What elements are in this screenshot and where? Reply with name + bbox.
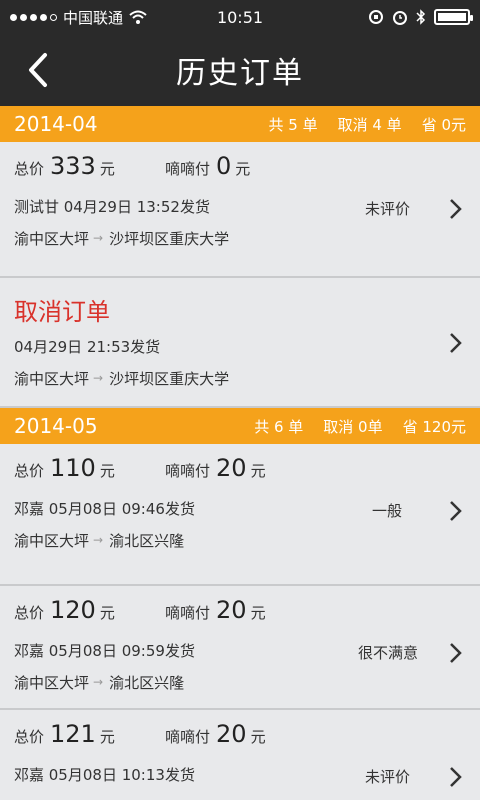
order-item[interactable]: 总价 121 元 嘀嘀付 20 元 邓嘉 05月08日 10:13发货 未评价 (0, 710, 480, 800)
order-route-row: 渝中区大坪 → 渝北区兴隆 (14, 524, 466, 556)
total-currency: 元 (99, 604, 115, 622)
paid-block: 嘀嘀付 0 元 (165, 152, 250, 180)
status-time: 10:51 (216, 7, 264, 27)
total-currency: 元 (99, 160, 115, 178)
order-item[interactable]: 总价 120 元 嘀嘀付 20 元 邓嘉 05月08日 09:59发货 渝中区大… (0, 586, 480, 710)
route-from: 渝中区大坪 (14, 673, 90, 692)
status-bar: 中国联通 10:51 (0, 0, 480, 34)
route-arrow-icon: → (93, 371, 104, 385)
paid-currency: 元 (250, 604, 266, 622)
order-rating: 未评价 (364, 200, 410, 218)
month-total-orders: 共 5 单 (268, 115, 318, 134)
route-arrow-icon: → (93, 533, 104, 547)
back-chevron-icon (29, 53, 47, 87)
order-sender: 邓嘉 05月08日 09:46发货 (14, 499, 195, 518)
route-from: 渝中区大坪 (14, 369, 90, 388)
total-label: 总价 (14, 160, 45, 178)
total-label: 总价 (14, 604, 45, 622)
order-price-row: 总价 333 元 嘀嘀付 0 元 (14, 152, 466, 190)
order-rating: 很不满意 (357, 644, 418, 662)
route-arrow-icon: → (93, 675, 104, 689)
order-sender: 测试甘 04月29日 13:52发货 (14, 197, 210, 216)
month-saved: 省 0元 (421, 115, 466, 134)
paid-label: 嘀嘀付 (165, 728, 211, 746)
route-to: 渝北区兴隆 (109, 673, 185, 692)
month-stats: 共 5 单 取消 4 单 省 0元 (269, 114, 467, 135)
total-value: 121 (50, 720, 96, 748)
paid-currency: 元 (250, 462, 266, 480)
route-arrow-icon: → (93, 231, 104, 245)
paid-label: 嘀嘀付 (165, 604, 211, 622)
month-cancelled-orders: 取消 0单 (323, 417, 383, 436)
chevron-right-icon (450, 501, 462, 521)
order-sender: 邓嘉 05月08日 09:59发货 (14, 641, 195, 660)
total-currency: 元 (99, 728, 115, 746)
paid-currency: 元 (235, 160, 251, 178)
month-stats: 共 6 单 取消 0单 省 120元 (254, 416, 466, 437)
order-price-row: 总价 110 元 嘀嘀付 20 元 (14, 454, 466, 492)
route-from: 渝中区大坪 (14, 229, 90, 248)
paid-label: 嘀嘀付 (165, 160, 211, 178)
paid-value: 20 (216, 720, 247, 748)
month-header: 2014-04 共 5 单 取消 4 单 省 0元 (0, 106, 480, 142)
month-total-orders: 共 6 单 (254, 417, 304, 436)
order-item[interactable]: 总价 110 元 嘀嘀付 20 元 邓嘉 05月08日 09:46发货 渝中区大… (0, 444, 480, 586)
nav-bar: 历史订单 (0, 34, 480, 106)
order-item[interactable]: 总价 333 元 嘀嘀付 0 元 测试甘 04月29日 13:52发货 渝中区大… (0, 142, 480, 278)
route-from: 渝中区大坪 (14, 531, 90, 550)
total-currency: 元 (99, 462, 115, 480)
order-route-row: 渝中区大坪 → 沙坪坝区重庆大学 (14, 222, 466, 254)
month-saved: 省 120元 (402, 417, 466, 436)
order-rating: 未评价 (364, 768, 410, 786)
route-to: 沙坪坝区重庆大学 (109, 229, 230, 248)
paid-label: 嘀嘀付 (165, 462, 211, 480)
route-to: 渝北区兴隆 (109, 531, 185, 550)
order-route-row: 渝中区大坪 → 沙坪坝区重庆大学 (14, 362, 466, 394)
order-rating: 一般 (371, 502, 402, 520)
chevron-right-icon (450, 767, 462, 787)
order-price-row: 总价 120 元 嘀嘀付 20 元 (14, 596, 466, 634)
cancelled-title: 取消订单 (14, 297, 110, 326)
total-value: 110 (50, 454, 96, 482)
chevron-right-icon (450, 199, 462, 219)
paid-block: 嘀嘀付 20 元 (165, 720, 266, 748)
total-value: 120 (50, 596, 96, 624)
paid-value: 20 (216, 454, 247, 482)
paid-value: 0 (216, 152, 232, 180)
month-cancelled-orders: 取消 4 单 (337, 115, 402, 134)
order-item-cancelled[interactable]: 取消订单 04月29日 21:53发货 渝中区大坪 → 沙坪坝区重庆大学 (0, 278, 480, 408)
chevron-right-icon (450, 333, 462, 353)
total-label: 总价 (14, 728, 45, 746)
total-value: 333 (50, 152, 96, 180)
order-sender: 04月29日 21:53发货 (14, 337, 161, 356)
order-sender: 邓嘉 05月08日 10:13发货 (14, 765, 195, 784)
back-button[interactable] (20, 52, 56, 88)
total-label: 总价 (14, 462, 45, 480)
order-route-row: 渝中区大坪 → 渝北区兴隆 (14, 666, 466, 698)
route-to: 沙坪坝区重庆大学 (109, 369, 230, 388)
paid-currency: 元 (250, 728, 266, 746)
battery-icon (434, 9, 473, 25)
month-header: 2014-05 共 6 单 取消 0单 省 120元 (0, 408, 480, 444)
month-label: 2014-04 (14, 112, 98, 136)
chevron-right-icon (450, 643, 462, 663)
order-price-row: 总价 121 元 嘀嘀付 20 元 (14, 720, 466, 758)
month-label: 2014-05 (14, 414, 98, 438)
paid-block: 嘀嘀付 20 元 (165, 596, 266, 624)
paid-block: 嘀嘀付 20 元 (165, 454, 266, 482)
paid-value: 20 (216, 596, 247, 624)
order-sender-row: 04月29日 21:53发货 (14, 330, 466, 362)
page-title: 历史订单 (176, 56, 304, 91)
